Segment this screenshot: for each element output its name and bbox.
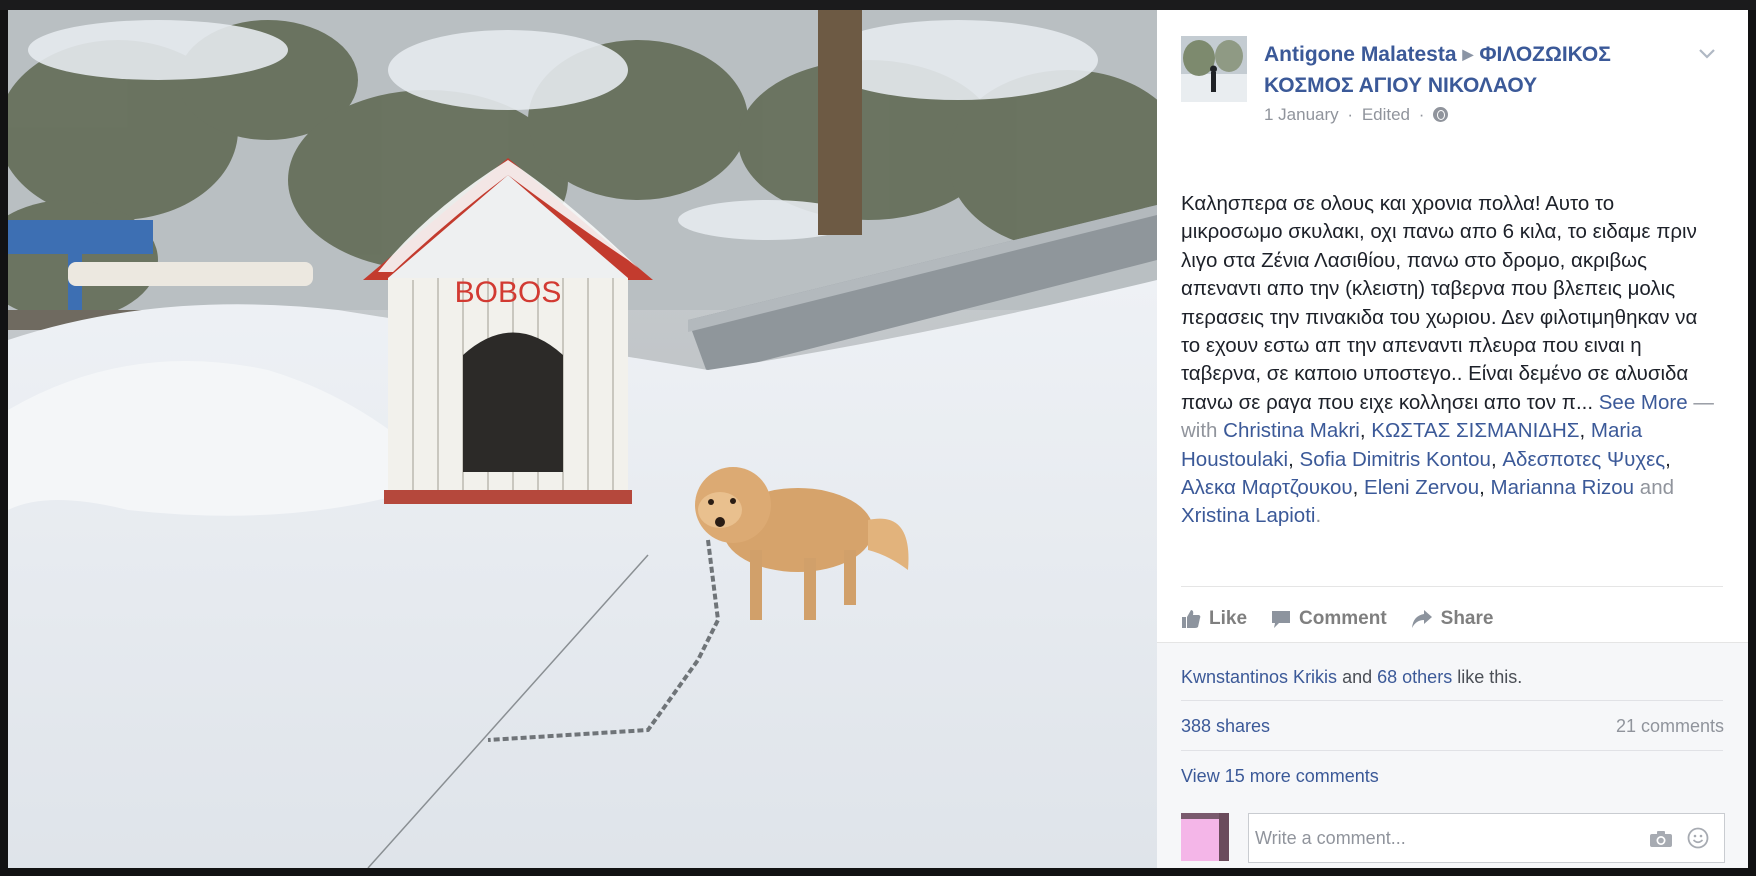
- post-text: Καλησπερα σε ολους και χρονια πολλα! Αυτ…: [1181, 192, 1698, 414]
- like-suffix: like this.: [1457, 667, 1523, 687]
- camera-icon[interactable]: [1649, 830, 1673, 848]
- separator: ·: [1347, 105, 1354, 124]
- comment-label: Comment: [1299, 608, 1387, 629]
- post-date[interactable]: 1 January: [1264, 105, 1339, 124]
- shares-link[interactable]: 388 shares: [1181, 716, 1270, 737]
- post-meta: 1 January · Edited ·: [1264, 104, 1674, 126]
- likes-summary: Kwnstantinos Krikis and 68 others like t…: [1181, 667, 1522, 688]
- tagged-person[interactable]: ΚΩΣΤΑΣ ΣΙΣΜΑΝΙΔΗΣ: [1371, 419, 1579, 442]
- thumbs-up-icon: [1182, 610, 1201, 628]
- comment-button[interactable]: Comment: [1271, 604, 1387, 634]
- period: .: [1315, 504, 1322, 528]
- post-panel: Antigone Malatesta ▶ ΦΙΛΟΖΩΙΚΟΣ ΚΟΣΜΟΣ ΑΓΙ…: [1157, 10, 1748, 868]
- top-bar: [0, 0, 1756, 10]
- tagged-person[interactable]: Sofia Dimitris Kontou: [1300, 448, 1491, 471]
- share-icon: [1411, 610, 1432, 628]
- tagged-person[interactable]: Marianna Rizou: [1491, 476, 1635, 499]
- author-name[interactable]: Antigone Malatesta: [1264, 43, 1457, 66]
- like-button[interactable]: Like: [1181, 604, 1247, 634]
- share-button[interactable]: Share: [1411, 604, 1494, 634]
- others-link[interactable]: 68 others: [1377, 667, 1452, 687]
- post-actions: Like Comment Share: [1181, 604, 1493, 634]
- post-body: Καλησπερα σε ολους και χρονια πολλα! Αυτ…: [1181, 192, 1714, 528]
- and-label: and: [1342, 667, 1373, 687]
- separator: ·: [1418, 105, 1425, 124]
- tagged-person[interactable]: Αλεκα Μαρτζουκου: [1181, 476, 1353, 499]
- tagged-person[interactable]: Eleni Zervou: [1364, 476, 1479, 499]
- smiley-icon[interactable]: [1687, 827, 1709, 849]
- doghouse-label: BOBOS: [455, 276, 562, 309]
- author-avatar[interactable]: [1181, 36, 1247, 102]
- arrow-right-icon: ▶: [1462, 46, 1474, 62]
- chevron-down-icon[interactable]: [1697, 44, 1717, 64]
- globe-icon[interactable]: [1433, 107, 1449, 122]
- comment-icon: [1272, 611, 1291, 628]
- divider: [1181, 750, 1723, 751]
- post-photo[interactable]: BOBOS: [8, 10, 1157, 868]
- comments-count[interactable]: 21 comments: [1616, 716, 1724, 737]
- like-label: Like: [1209, 608, 1248, 629]
- and-label: and: [1639, 476, 1675, 500]
- tagged-person[interactable]: Christina Makri: [1223, 419, 1360, 442]
- post-header: Antigone Malatesta ▶ ΦΙΛΟΖΩΙΚΟΣ ΚΟΣΜΟΣ ΑΓΙ…: [1264, 40, 1674, 126]
- share-label: Share: [1440, 608, 1494, 629]
- tagged-person[interactable]: Αδεσποτες Ψυχες: [1502, 448, 1665, 471]
- edited-label[interactable]: Edited: [1362, 105, 1410, 124]
- tagged-person[interactable]: Xristina Lapioti: [1181, 504, 1315, 527]
- view-more-comments[interactable]: View 15 more comments: [1181, 766, 1379, 787]
- user-avatar[interactable]: [1181, 813, 1229, 861]
- photo-scene: BOBOS: [8, 10, 1157, 868]
- post-title: Antigone Malatesta ▶ ΦΙΛΟΖΩΙΚΟΣ ΚΟΣΜΟΣ ΑΓΙ…: [1264, 40, 1674, 100]
- post-feedback: Kwnstantinos Krikis and 68 others like t…: [1157, 642, 1748, 868]
- divider: [1181, 586, 1723, 587]
- viewer-frame: BOBOS Antigone Malatesta ▶ ΦΙΛΟΖΩΙΚΟΣ ΚΟ…: [0, 0, 1756, 876]
- liker-name[interactable]: Kwnstantinos Krikis: [1181, 667, 1337, 687]
- see-more-link[interactable]: See More: [1599, 391, 1688, 414]
- divider: [1181, 700, 1723, 701]
